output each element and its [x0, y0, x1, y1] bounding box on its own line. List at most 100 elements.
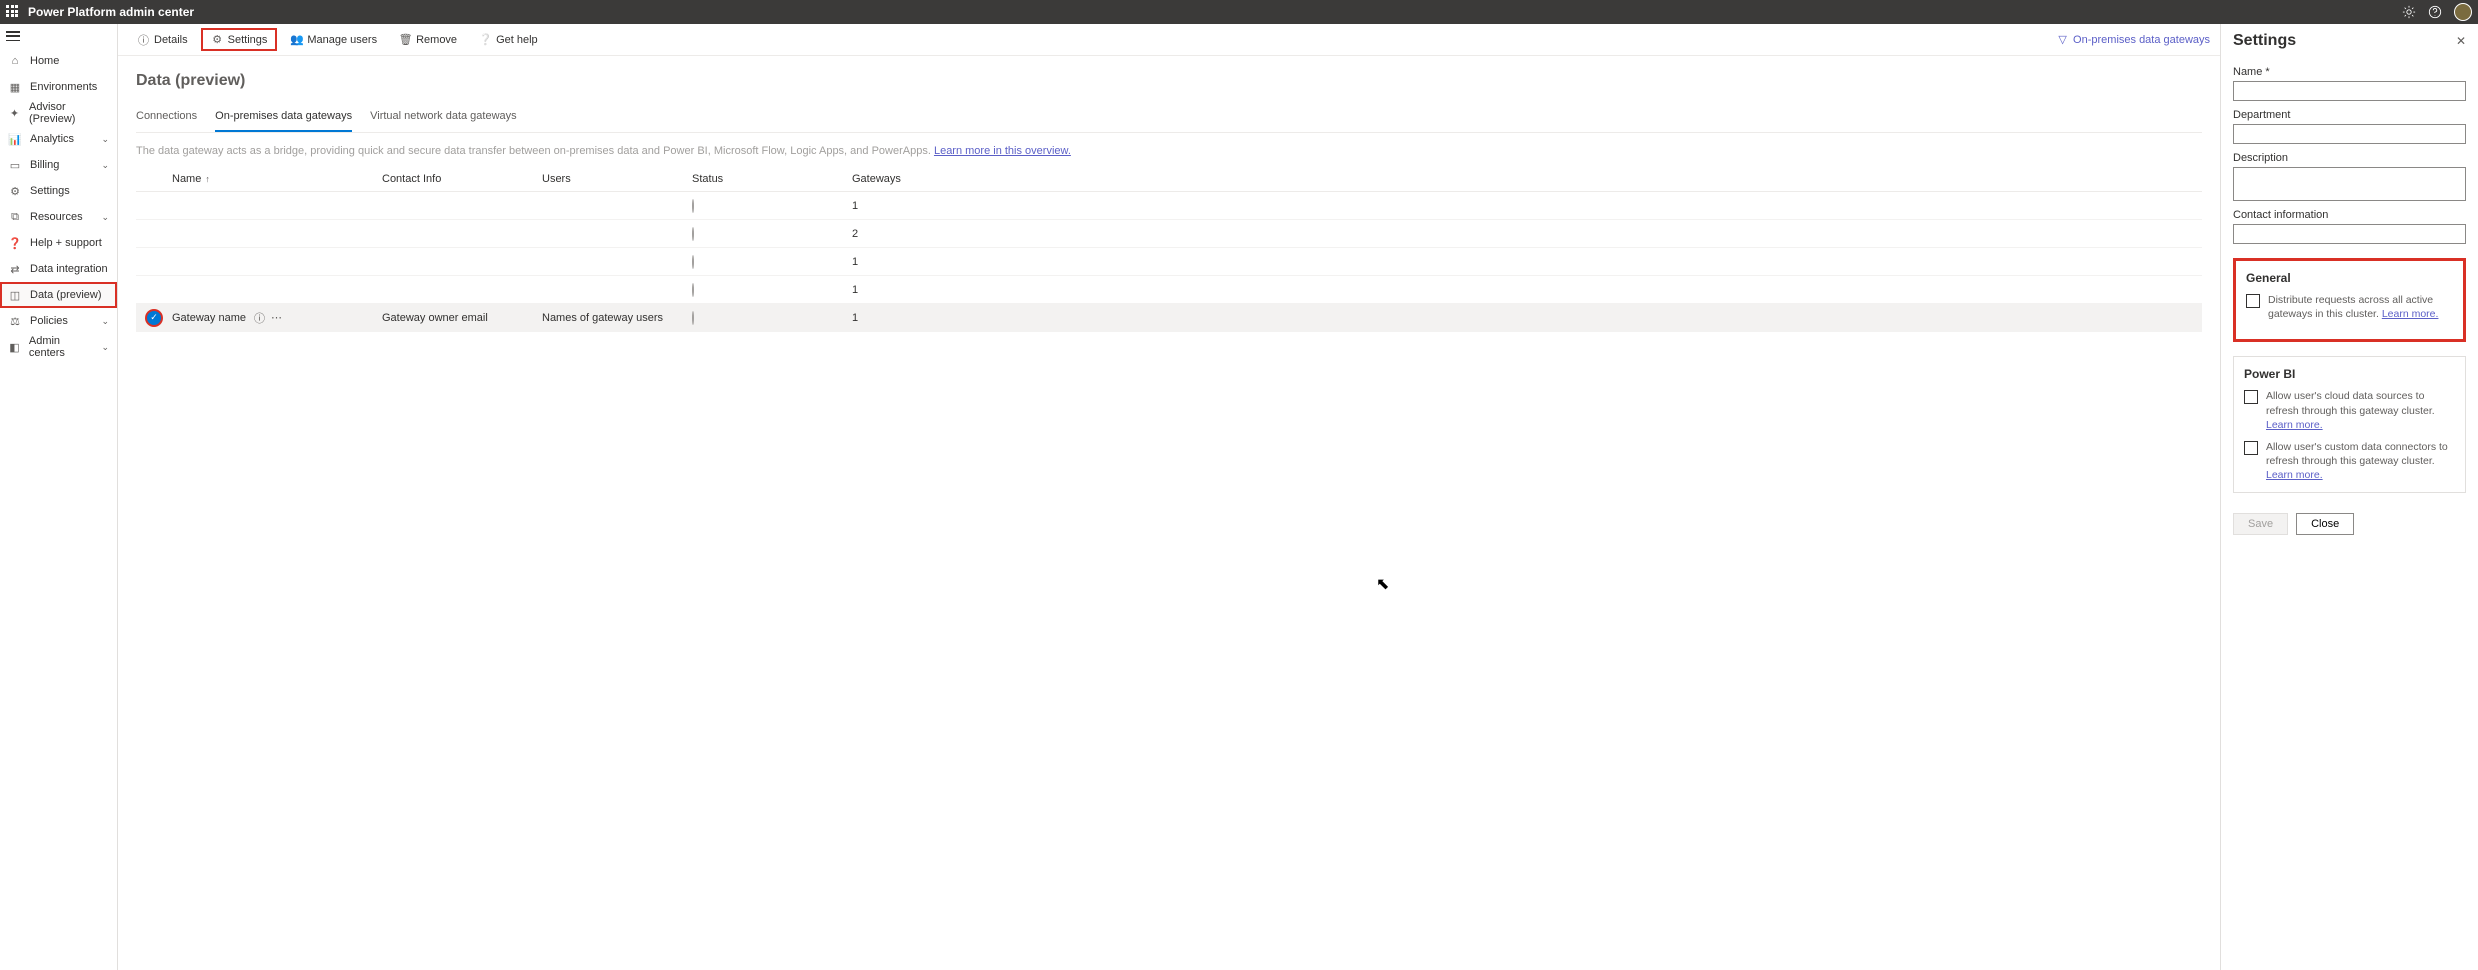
app-title: Power Platform admin center [28, 5, 194, 19]
settings-panel: Settings ✕ Name * Department Description… [2220, 24, 2478, 970]
status-icon [692, 283, 694, 297]
sidebar-item-data-integration[interactable]: ⇄ Data integration [0, 256, 117, 282]
col-name[interactable]: Name↑ [172, 173, 382, 185]
hint-link[interactable]: Learn more in this overview. [934, 145, 1071, 157]
learn-more-link[interactable]: Learn more. [2382, 308, 2439, 320]
analytics-icon: 📊 [8, 132, 22, 146]
details-button[interactable]: ⓘ Details [128, 29, 197, 50]
tab-virtual-network-gateways[interactable]: Virtual network data gateways [370, 104, 517, 132]
description-input[interactable] [2233, 167, 2466, 201]
sidebar-item-label: Data (preview) [30, 289, 102, 301]
status-icon [692, 199, 694, 213]
settings-button[interactable]: ⚙ Settings [201, 28, 278, 51]
sidebar-item-label: Settings [30, 185, 70, 197]
table-row-selected[interactable]: ✓ Gateway name ⓘ ⋯ Gateway owner email N… [136, 304, 2202, 332]
sidebar-item-label: Policies [30, 315, 68, 327]
resources-icon: ⧉ [8, 210, 22, 224]
name-input[interactable] [2233, 81, 2466, 101]
sidebar-item-label: Help + support [30, 237, 102, 249]
status-icon [692, 311, 694, 325]
tab-on-prem-gateways[interactable]: On-premises data gateways [215, 104, 352, 132]
remove-button[interactable]: 🗑 Remove [390, 29, 466, 50]
app-launcher-icon[interactable] [6, 5, 20, 19]
help-icon[interactable] [2428, 5, 2442, 19]
panel-title: Settings [2233, 32, 2296, 50]
close-button[interactable]: Close [2296, 513, 2354, 535]
avatar[interactable] [2454, 3, 2472, 21]
cloud-refresh-checkbox[interactable] [2244, 390, 2258, 404]
admin-centers-icon: ◧ [8, 340, 21, 354]
distribute-text: Distribute requests across all active ga… [2268, 293, 2453, 321]
sidebar-item-analytics[interactable]: 📊 Analytics ⌄ [0, 126, 117, 152]
command-bar: ⓘ Details ⚙ Settings 👥 Manage users 🗑 Re… [118, 24, 2220, 56]
gear-icon: ⚙ [211, 33, 224, 46]
col-gateways[interactable]: Gateways [852, 173, 1012, 185]
manage-users-button[interactable]: 👥 Manage users [281, 29, 386, 50]
gateways-table: Name↑ Contact Info Users Status Gateways… [136, 167, 2202, 332]
table-row[interactable]: 1 [136, 276, 2202, 304]
col-status[interactable]: Status [692, 173, 852, 185]
contact-input[interactable] [2233, 224, 2466, 244]
chevron-down-icon: ⌄ [101, 134, 109, 145]
row-gateways: 1 [852, 200, 1012, 212]
gear-icon[interactable] [2402, 5, 2416, 19]
get-help-button[interactable]: ❔ Get help [470, 29, 547, 50]
policies-icon: ⚖ [8, 314, 22, 328]
chevron-down-icon: ⌄ [101, 342, 109, 353]
sidebar-item-resources[interactable]: ⧉ Resources ⌄ [0, 204, 117, 230]
table-row[interactable]: 1 [136, 192, 2202, 220]
general-title: General [2246, 271, 2453, 285]
powerbi-title: Power BI [2244, 367, 2455, 381]
scope-dropdown[interactable]: ▽ On-premises data gateways [2056, 33, 2210, 46]
top-bar: Power Platform admin center [0, 0, 2478, 24]
status-icon [692, 227, 694, 241]
hamburger-icon[interactable] [6, 31, 20, 41]
page-title: Data (preview) [136, 72, 2202, 90]
learn-more-link[interactable]: Learn more. [2266, 469, 2323, 481]
info-icon[interactable]: ⓘ [254, 310, 265, 326]
row-checkbox-checked[interactable]: ✓ [147, 311, 161, 325]
row-gateways: 1 [852, 256, 1012, 268]
chevron-down-icon: ⌄ [101, 212, 109, 223]
custom-connectors-text: Allow user's custom data connectors to r… [2266, 440, 2455, 483]
trash-icon: 🗑 [399, 33, 412, 46]
people-icon: 👥 [290, 33, 303, 46]
sidebar-item-policies[interactable]: ⚖ Policies ⌄ [0, 308, 117, 334]
description-label: Description [2233, 152, 2466, 164]
sidebar-item-help-support[interactable]: ❓ Help + support [0, 230, 117, 256]
hint-body: The data gateway acts as a bridge, provi… [136, 145, 931, 157]
filter-icon: ▽ [2056, 33, 2069, 46]
distribute-checkbox[interactable] [2246, 294, 2260, 308]
sidebar-item-admin-centers[interactable]: ◧ Admin centers ⌄ [0, 334, 117, 360]
learn-more-link[interactable]: Learn more. [2266, 419, 2323, 431]
table-row[interactable]: 2 [136, 220, 2202, 248]
more-icon[interactable]: ⋯ [271, 311, 282, 324]
sidebar-item-data-preview[interactable]: ◫ Data (preview) [0, 282, 117, 308]
powerbi-section: Power BI Allow user's cloud data sources… [2233, 356, 2466, 493]
sidebar-item-settings[interactable]: ⚙ Settings [0, 178, 117, 204]
home-icon: ⌂ [8, 54, 22, 68]
sidebar-item-advisor[interactable]: ✦ Advisor (Preview) [0, 100, 117, 126]
gear-icon: ⚙ [8, 184, 22, 198]
cloud-refresh-text: Allow user's cloud data sources to refre… [2266, 389, 2455, 432]
close-icon[interactable]: ✕ [2456, 34, 2466, 48]
status-icon [692, 255, 694, 269]
save-button[interactable]: Save [2233, 513, 2288, 535]
sidebar-item-label: Data integration [30, 263, 108, 275]
sidebar-item-home[interactable]: ⌂ Home [0, 48, 117, 74]
col-contact[interactable]: Contact Info [382, 173, 542, 185]
col-users[interactable]: Users [542, 173, 692, 185]
data-icon: ◫ [8, 288, 22, 302]
sidebar-item-environments[interactable]: ▦ Environments [0, 74, 117, 100]
sidebar-item-label: Advisor (Preview) [29, 101, 109, 125]
department-input[interactable] [2233, 124, 2466, 144]
sidebar-item-label: Home [30, 55, 59, 67]
tab-connections[interactable]: Connections [136, 104, 197, 132]
hint-text: The data gateway acts as a bridge, provi… [136, 145, 2202, 157]
billing-icon: ▭ [8, 158, 22, 172]
sidebar-item-billing[interactable]: ▭ Billing ⌄ [0, 152, 117, 178]
advisor-icon: ✦ [8, 106, 21, 120]
custom-connectors-checkbox[interactable] [2244, 441, 2258, 455]
table-row[interactable]: 1 [136, 248, 2202, 276]
row-contact: Gateway owner email [382, 312, 488, 324]
